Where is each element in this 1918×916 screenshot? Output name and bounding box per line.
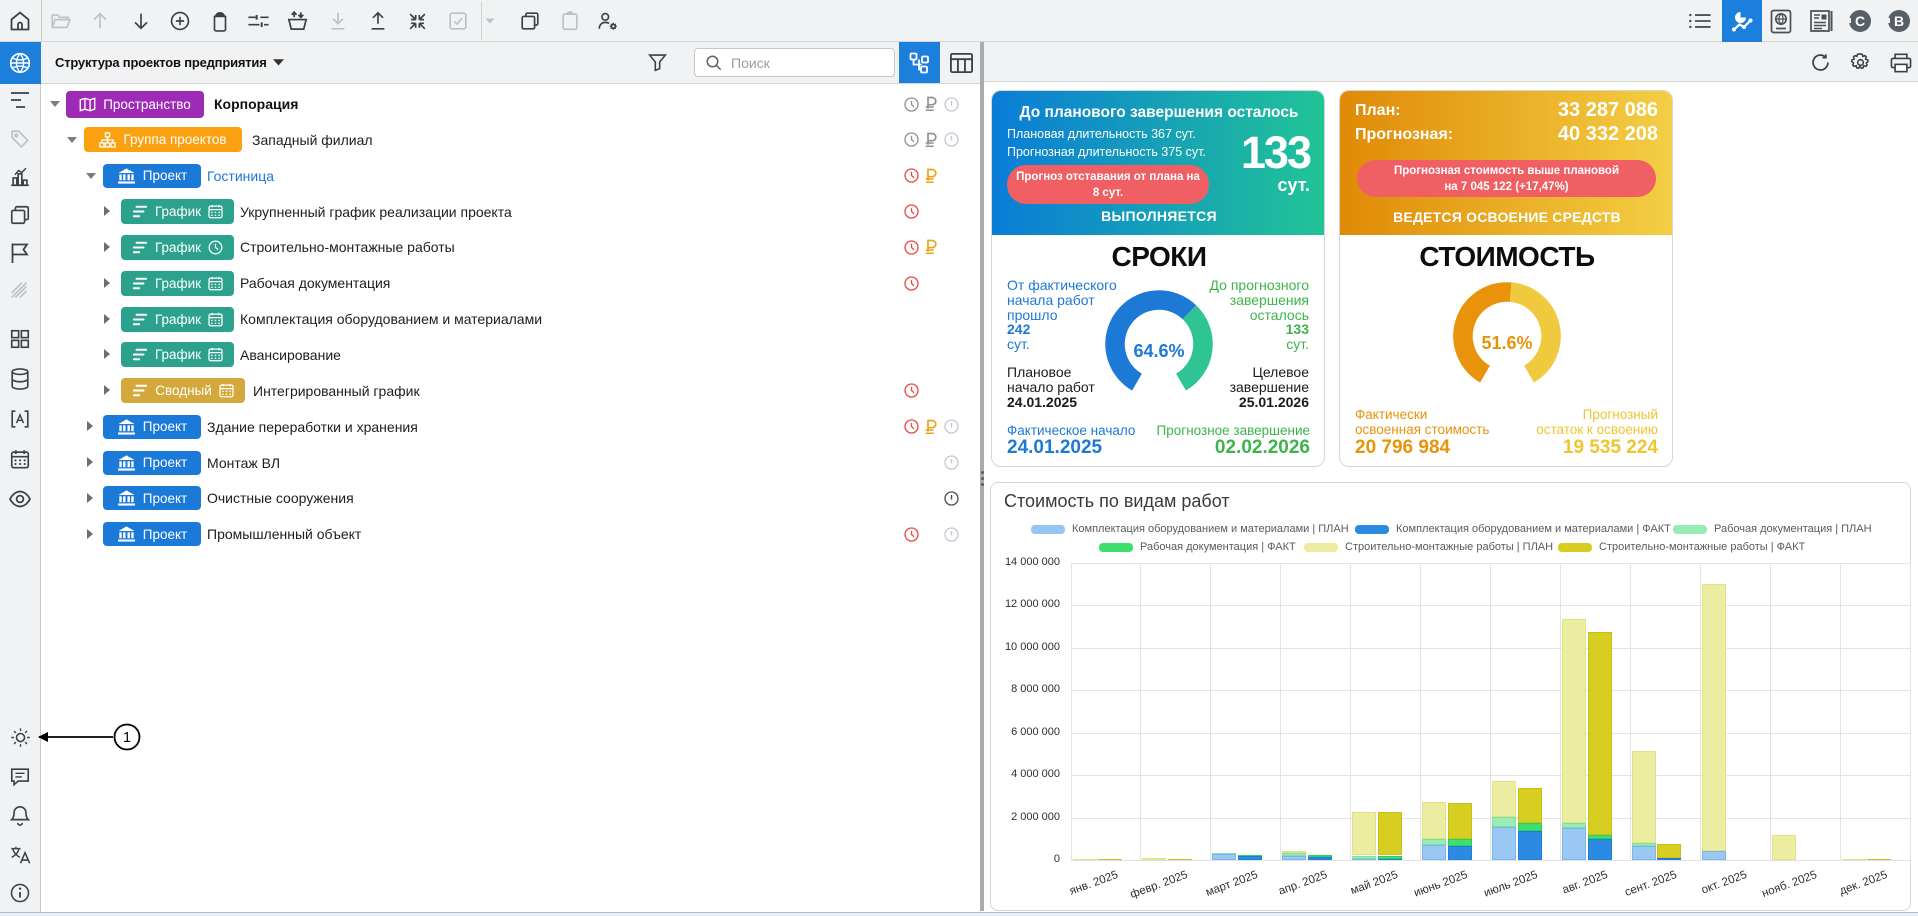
- svg-text:1: 1: [123, 730, 131, 746]
